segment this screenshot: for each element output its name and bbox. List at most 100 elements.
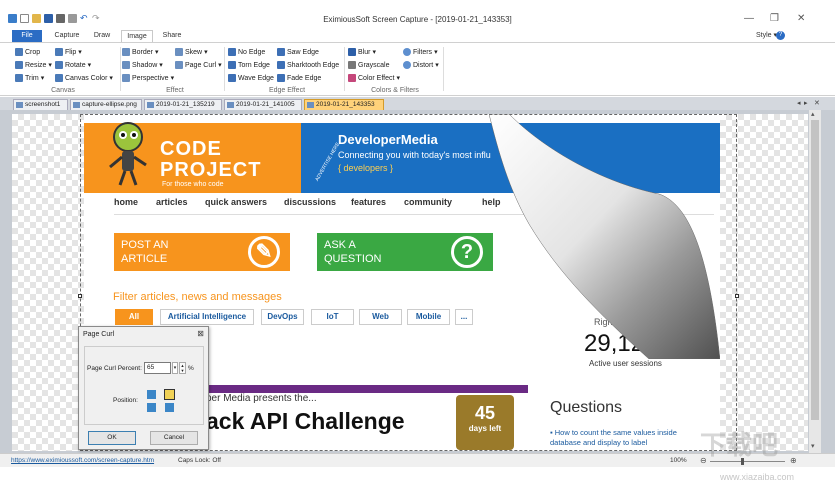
fade-edge-label: Fade Edge	[287, 74, 322, 82]
vertical-scrollbar[interactable]: ▴ ▾	[809, 110, 821, 453]
style-menu[interactable]: Style ▾	[756, 31, 777, 39]
crop-icon	[15, 48, 23, 56]
canvas-color-button[interactable]: Canvas Color ▾	[55, 74, 113, 82]
skew-icon	[175, 48, 183, 56]
scroll-up-icon[interactable]: ▴	[811, 110, 815, 118]
image-icon	[73, 102, 80, 108]
position-top-right-icon[interactable]	[164, 389, 175, 400]
canvas-color-icon	[55, 74, 63, 82]
distort-button[interactable]: Distort ▾	[403, 61, 439, 69]
group-label-effect: Effect	[166, 87, 184, 94]
doc-tab-label: capture-ellipse.png	[82, 101, 137, 108]
grayscale-button[interactable]: Grayscale	[348, 61, 390, 69]
trim-button[interactable]: Trim ▾	[15, 74, 44, 82]
doc-tab[interactable]: capture-ellipse.png	[70, 99, 142, 110]
tab-scroll-right-icon[interactable]: ▸	[804, 99, 808, 107]
grayscale-icon	[348, 61, 356, 69]
distort-label: Distort	[413, 61, 434, 69]
scroll-down-icon[interactable]: ▾	[811, 442, 815, 450]
filters-label: Filters	[413, 48, 433, 56]
rotate-icon	[55, 61, 63, 69]
position-label: Position:	[113, 397, 138, 404]
minimize-button[interactable]: —	[744, 13, 754, 24]
no-edge-icon	[228, 48, 236, 56]
flip-button[interactable]: Flip ▾	[55, 48, 82, 56]
help-icon[interactable]: ?	[776, 31, 785, 40]
crop-button[interactable]: Crop	[15, 48, 40, 56]
tab-image[interactable]: Image	[121, 30, 153, 42]
curl-percent-spinner[interactable]: ▲ ▼	[179, 362, 186, 374]
wave-edge-icon	[228, 74, 236, 82]
website-link[interactable]: https://www.eximioussoft.com/screen-capt…	[11, 457, 154, 464]
blur-button[interactable]: Blur ▾	[348, 48, 376, 56]
no-edge-label: No Edge	[238, 48, 266, 56]
caps-lock-status: Caps Lock: Off	[178, 457, 221, 464]
resize-icon	[15, 61, 23, 69]
filters-button[interactable]: Filters ▾	[403, 48, 438, 56]
position-top-left-icon[interactable]	[147, 390, 156, 399]
document-tabs: screenshot1 capture-ellipse.png 2019-01-…	[0, 97, 835, 110]
wave-edge-button[interactable]: Wave Edge	[228, 74, 274, 82]
perspective-icon	[122, 74, 130, 82]
watermark: 下载吧	[700, 430, 779, 460]
color-effect-button[interactable]: Color Effect ▾	[348, 74, 400, 82]
grayscale-label: Grayscale	[358, 61, 390, 69]
skew-button[interactable]: Skew ▾	[175, 48, 208, 56]
rotate-label: Rotate	[65, 61, 86, 69]
no-edge-button[interactable]: No Edge	[228, 48, 265, 56]
doc-tab-active[interactable]: 2019-01-21_143353	[304, 99, 384, 110]
style-menu-label: Style	[755, 32, 772, 39]
curl-percent-input[interactable]: 65	[144, 362, 171, 374]
canvas-color-label: Canvas Color	[65, 74, 108, 82]
sharktooth-edge-button[interactable]: Sharktooth Edge	[277, 61, 339, 69]
shadow-icon	[122, 61, 130, 69]
page-curl-icon	[175, 61, 183, 69]
group-separator	[224, 47, 225, 91]
close-button[interactable]: ✕	[797, 13, 805, 24]
tab-draw[interactable]: Draw	[88, 30, 116, 42]
torn-edge-button[interactable]: Torn Edge	[228, 61, 270, 69]
position-bottom-left-icon[interactable]	[147, 403, 156, 412]
resize-button[interactable]: Resize ▾	[15, 61, 52, 69]
perspective-button[interactable]: Perspective ▾	[122, 74, 174, 82]
saw-edge-button[interactable]: Saw Edge	[277, 48, 319, 56]
cancel-button[interactable]: Cancel	[150, 431, 198, 445]
tab-capture[interactable]: Capture	[50, 30, 84, 42]
fade-edge-button[interactable]: Fade Edge	[277, 74, 321, 82]
ribbon: Crop Resize ▾ Trim ▾ Flip ▾ Rotate ▾ Canvas …	[0, 42, 835, 96]
scrollbar-thumb[interactable]	[811, 120, 819, 420]
curl-percent-dropdown-icon[interactable]: ▾	[172, 362, 178, 374]
zoom-level: 100%	[670, 457, 687, 464]
tab-scroll-left-icon[interactable]: ◂	[797, 99, 801, 107]
tab-file[interactable]: File	[12, 30, 42, 42]
resize-handle[interactable]	[735, 294, 739, 298]
color-effect-icon	[348, 74, 356, 82]
skew-label: Skew	[185, 48, 203, 56]
ok-button[interactable]: OK	[88, 431, 136, 445]
doc-tab-label: screenshot1	[25, 101, 61, 108]
flip-icon	[55, 48, 63, 56]
doc-tab[interactable]: 2019-01-21_141005	[224, 99, 302, 110]
crop-label: Crop	[25, 48, 41, 56]
resize-handle[interactable]	[78, 294, 82, 298]
shadow-button[interactable]: Shadow ▾	[122, 61, 163, 69]
tab-share[interactable]: Share	[157, 30, 187, 42]
page-curl-dialog: Page Curl ⊠ Page Curl Percent: 65 ▾ ▲ ▼ %…	[78, 326, 209, 450]
border-button[interactable]: Border ▾	[122, 48, 159, 56]
saw-edge-icon	[277, 48, 285, 56]
doc-tab[interactable]: 2019-01-21_135219	[144, 99, 222, 110]
page-curl-button[interactable]: Page Curl ▾	[175, 61, 222, 69]
curl-percent-label: Page Curl Percent:	[87, 365, 142, 372]
rotate-button[interactable]: Rotate ▾	[55, 61, 91, 69]
dialog-close-icon[interactable]: ⊠	[197, 329, 204, 338]
doc-tab[interactable]: screenshot1	[13, 99, 68, 110]
fade-edge-icon	[277, 74, 285, 82]
group-separator	[344, 47, 345, 91]
doc-tab-label: 2019-01-21_141005	[236, 101, 295, 108]
position-bottom-right-icon[interactable]	[165, 403, 174, 412]
restore-button[interactable]: ❐	[770, 13, 779, 24]
distort-icon	[403, 61, 411, 69]
close-tab-icon[interactable]: ✕	[814, 99, 820, 107]
group-label-canvas: Canvas	[51, 87, 75, 94]
zoom-in-icon[interactable]: ⊕	[790, 456, 797, 465]
